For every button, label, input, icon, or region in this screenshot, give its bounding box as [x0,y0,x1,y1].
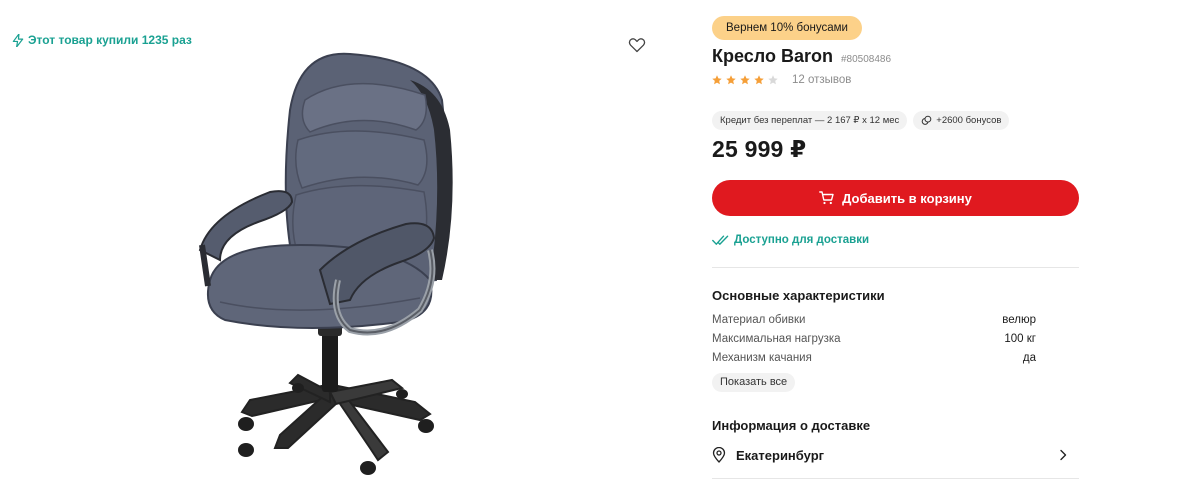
add-to-cart-button[interactable]: Добавить в корзину [712,180,1079,216]
star-icon [726,75,736,85]
star-icon [754,75,764,85]
delivery-availability: Доступно для доставки [712,234,869,246]
product-image [198,52,453,475]
product-title: Кресло Baron [712,46,833,66]
spec-row: Механизм качания да [712,352,1036,364]
city-name: Екатеринбург [736,447,825,463]
chevron-right-icon [1060,449,1067,461]
product-price: 25 999 ₽ [712,136,807,162]
offer-chips: Кредит без переплат — 2 167 ₽ х 12 мес +… [712,111,1010,130]
spec-label: Материал обивки [712,314,806,326]
product-info-panel: Вернем 10% бонусами Кресло Baron #805084… [712,0,1080,480]
spec-value: велюр [1002,314,1036,326]
show-all-specs-button[interactable]: Показать все [712,373,796,392]
bonus-badge: Вернем 10% бонусами [712,16,862,40]
spec-label: Максимальная нагрузка [712,333,841,345]
spec-row: Максимальная нагрузка 100 кг [712,333,1036,345]
divider [712,267,1079,268]
popularity-note: Этот товар купили 1235 раз [12,33,192,47]
cart-icon [819,191,834,205]
star-icon [712,75,722,85]
double-check-icon [712,235,729,245]
product-gallery[interactable] [180,30,660,480]
lightning-icon [12,33,24,47]
delivery-info-title: Информация о доставке [712,418,871,433]
title-row: Кресло Baron #80508486 [712,46,891,67]
credit-chip[interactable]: Кредит без переплат — 2 167 ₽ х 12 мес [712,111,908,130]
star-icon [768,75,778,85]
heart-icon[interactable] [628,36,646,54]
add-to-cart-label: Добавить в корзину [842,190,972,206]
specs-title: Основные характеристики [712,288,885,303]
rating[interactable]: 12 отзывов [712,74,851,86]
spec-value: 100 кг [1004,333,1036,345]
bonus-chip[interactable]: +2600 бонусов [913,111,1010,130]
bonus-coins-icon [921,115,932,125]
spec-row: Материал обивки велюр [712,314,1036,326]
delivery-availability-text: Доступно для доставки [734,234,870,246]
product-sku: #80508486 [840,54,892,65]
reviews-link[interactable]: 12 отзывов [792,74,851,86]
city-selector[interactable]: Екатеринбург [712,444,1068,466]
popularity-text: Этот товар купили 1235 раз [28,33,192,47]
star-icon [740,75,750,85]
spec-value: да [1022,352,1036,364]
credit-chip-label: Кредит без переплат — 2 167 ₽ х 12 мес [720,115,900,126]
spec-label: Механизм качания [712,352,812,364]
location-pin-icon [712,447,726,463]
divider [712,478,1079,479]
rating-stars [712,75,778,85]
bonus-chip-label: +2600 бонусов [936,115,1002,126]
